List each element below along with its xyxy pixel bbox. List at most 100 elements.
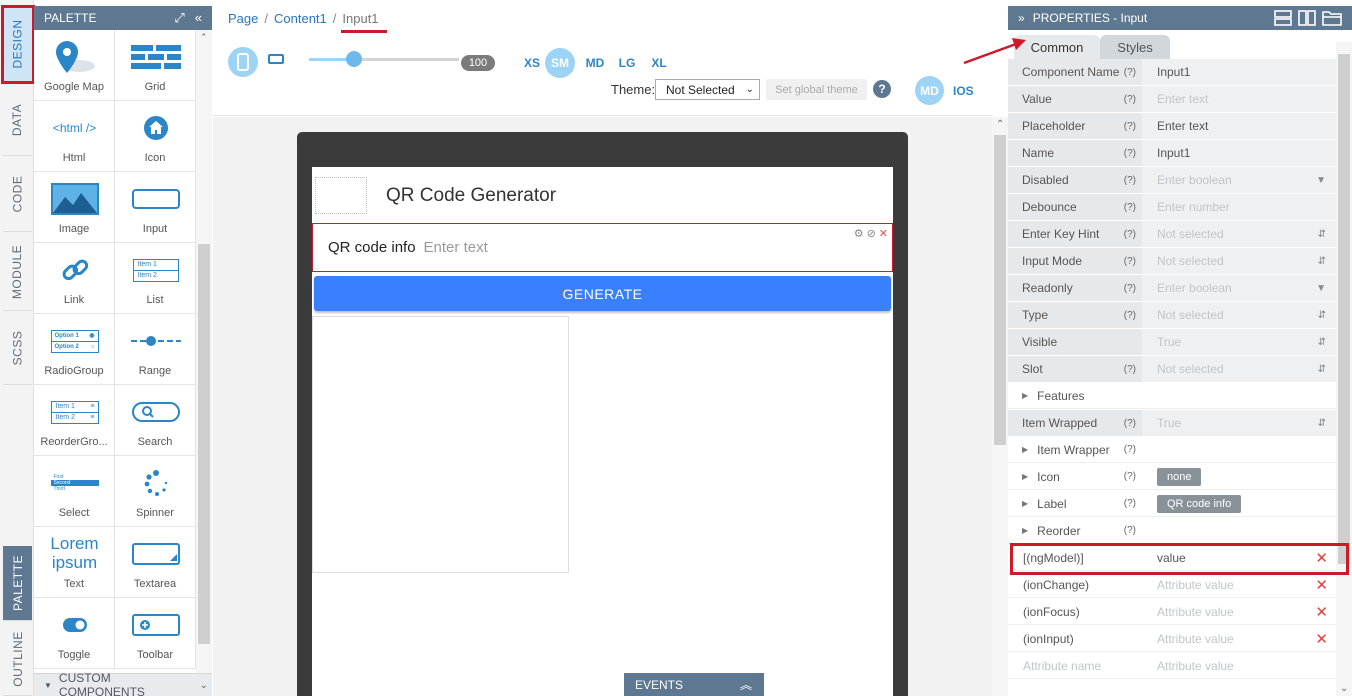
expand-caret-icon[interactable]: ▶ [1022, 499, 1028, 508]
tab-module[interactable]: MODULE [3, 233, 32, 311]
property-value[interactable]: True ⇵ [1142, 329, 1336, 355]
property-row-item-wrapper[interactable]: ▶ Item Wrapper (?) [1008, 437, 1336, 464]
property-row-debounce[interactable]: Debounce (?) Enter number [1008, 194, 1336, 221]
breakpoint-md[interactable]: MD [579, 56, 611, 70]
palette-item-toggle[interactable]: Toggle [34, 598, 115, 669]
expand-caret-icon[interactable]: ▶ [1022, 526, 1028, 535]
help-hint[interactable]: (?) [1124, 202, 1136, 213]
property-value[interactable]: Not selected ⇵ [1142, 302, 1336, 328]
help-hint[interactable]: (?) [1124, 525, 1136, 536]
property-value[interactable]: Enter text [1142, 86, 1336, 112]
scroll-down-icon[interactable]: ⌄ [200, 680, 208, 691]
property-row-features[interactable]: ▶ Features [1008, 383, 1336, 410]
qr-info-input[interactable]: QR code info Enter text ⚙ ⊘ ✕ [312, 223, 893, 272]
property-value[interactable]: Enter boolean ▼ [1142, 275, 1336, 301]
value-badge[interactable]: none [1157, 467, 1202, 486]
tab-palette[interactable]: PALETTE [3, 546, 32, 621]
palette-item-grid[interactable]: Grid [115, 30, 196, 101]
double-chevron-right-icon[interactable]: » [1018, 11, 1025, 25]
palette-item-select[interactable]: First Second Third Select [34, 456, 115, 527]
attribute-value[interactable]: Attribute value ✕ [1142, 626, 1336, 652]
property-value[interactable]: Enter number [1142, 194, 1336, 220]
double-chevron-left-icon[interactable]: « [195, 10, 202, 26]
attribute-value[interactable]: Attribute value ✕ [1142, 572, 1336, 598]
help-hint[interactable]: (?) [1124, 175, 1136, 186]
property-row-input-mode[interactable]: Input Mode (?) Not selected ⇵ [1008, 248, 1336, 275]
zoom-slider-handle[interactable] [346, 51, 362, 67]
property-value[interactable]: True ⇵ [1142, 410, 1336, 436]
mode-md-button[interactable]: MD [915, 76, 944, 105]
attribute-row[interactable]: [(ngModel)] value ✕ [1008, 545, 1336, 572]
custom-components-section[interactable]: ▼ CUSTOM COMPONENTS ⌄ [34, 671, 212, 696]
scroll-down-icon[interactable]: ⌄ [1340, 683, 1348, 694]
canvas-scroll-thumb[interactable] [994, 135, 1006, 445]
attribute-row[interactable]: (ionFocus) Attribute value ✕ [1008, 599, 1336, 626]
palette-item-input[interactable]: Input [115, 172, 196, 243]
help-hint[interactable]: (?) [1124, 121, 1136, 132]
palette-item-range[interactable]: Range [115, 314, 196, 385]
palette-item-toolbar[interactable]: Toolbar [115, 598, 196, 669]
property-value[interactable]: Not selected ⇵ [1142, 248, 1336, 274]
help-hint[interactable]: (?) [1124, 94, 1136, 105]
property-value[interactable]: Input1 [1142, 140, 1336, 166]
palette-item-google-map[interactable]: Google Map [34, 30, 115, 101]
help-hint[interactable]: (?) [1124, 229, 1136, 240]
zoom-slider[interactable] [309, 51, 459, 67]
collapse-all-icon[interactable]: ⤢ [174, 10, 184, 26]
help-hint[interactable]: (?) [1124, 148, 1136, 159]
attribute-value[interactable]: Attribute value ✕ [1142, 599, 1336, 625]
property-row-value[interactable]: Value (?) Enter text [1008, 86, 1336, 113]
property-row-name[interactable]: Name (?) Input1 [1008, 140, 1336, 167]
breadcrumb-input[interactable]: Input1 [342, 11, 378, 26]
tab-styles[interactable]: Styles [1100, 35, 1170, 59]
spinner-arrows-icon[interactable]: ⇵ [1318, 256, 1326, 267]
property-row-type[interactable]: Type (?) Not selected ⇵ [1008, 302, 1336, 329]
palette-item-reordergroup[interactable]: Item 1 ≡ Item 2 ≡ ReorderGro... [34, 385, 115, 456]
property-value[interactable]: Not selected ⇵ [1142, 221, 1336, 247]
mobile-device-button[interactable] [228, 47, 258, 77]
property-value[interactable]: Input1 [1142, 59, 1336, 85]
palette-item-radiogroup[interactable]: Option 1 ◉ Option 2 ○ RadioGroup [34, 314, 115, 385]
spinner-arrows-icon[interactable]: ⇵ [1318, 310, 1326, 321]
folder-icon[interactable] [1322, 10, 1342, 26]
spinner-arrows-icon[interactable]: ⇵ [1318, 364, 1326, 375]
properties-scroll-thumb[interactable] [1338, 54, 1350, 564]
attribute-row[interactable]: Attribute name Attribute value [1008, 653, 1336, 680]
palette-item-html[interactable]: <html /> Html [34, 101, 115, 172]
property-row-slot[interactable]: Slot (?) Not selected ⇵ [1008, 356, 1336, 383]
attribute-row[interactable]: (ionInput) Attribute value ✕ [1008, 626, 1336, 653]
help-hint[interactable]: (?) [1124, 283, 1136, 294]
property-value[interactable]: none [1142, 464, 1336, 490]
help-hint[interactable]: (?) [1124, 310, 1136, 321]
palette-scroll-thumb[interactable] [198, 244, 210, 644]
breadcrumb-content[interactable]: Content1 [274, 11, 327, 26]
attribute-value[interactable]: value ✕ [1142, 545, 1336, 571]
help-icon[interactable]: ? [873, 80, 891, 98]
set-global-theme-button[interactable]: Set global theme [766, 79, 867, 100]
help-hint[interactable]: (?) [1124, 471, 1136, 482]
property-row-label[interactable]: ▶ Label (?) QR code info [1008, 491, 1336, 518]
palette-item-link[interactable]: Link [34, 243, 115, 314]
spinner-arrows-icon[interactable]: ⇵ [1318, 418, 1326, 429]
help-hint[interactable]: (?) [1124, 67, 1136, 78]
property-row-readonly[interactable]: Readonly (?) Enter boolean ▼ [1008, 275, 1336, 302]
remove-attribute-icon[interactable]: ✕ [1315, 576, 1328, 594]
expand-caret-icon[interactable]: ▶ [1022, 472, 1028, 481]
breakpoint-xl[interactable]: XL [643, 56, 675, 70]
palette-item-spinner[interactable]: Spinner [115, 456, 196, 527]
gear-icon[interactable]: ⚙ [854, 227, 864, 240]
help-hint[interactable]: (?) [1124, 498, 1136, 509]
help-hint[interactable]: (?) [1124, 418, 1136, 429]
events-panel-toggle[interactable]: EVENTS ︽ [624, 673, 764, 696]
tab-outline[interactable]: OUTLINE [3, 622, 32, 696]
property-value[interactable]: QR code info [1142, 491, 1336, 517]
remove-attribute-icon[interactable]: ✕ [1315, 630, 1328, 648]
tab-design[interactable]: DESIGN [3, 6, 32, 82]
property-row-enter-key-hint[interactable]: Enter Key Hint (?) Not selected ⇵ [1008, 221, 1336, 248]
close-icon[interactable]: ✕ [879, 227, 888, 240]
generate-button[interactable]: GENERATE [314, 276, 891, 311]
attribute-value[interactable]: Attribute value [1142, 653, 1336, 679]
property-row-component-name[interactable]: Component Name (?) Input1 [1008, 59, 1336, 86]
breakpoint-xs[interactable]: XS [521, 56, 543, 70]
theme-select[interactable]: Not Selected ⌄ [655, 79, 760, 100]
